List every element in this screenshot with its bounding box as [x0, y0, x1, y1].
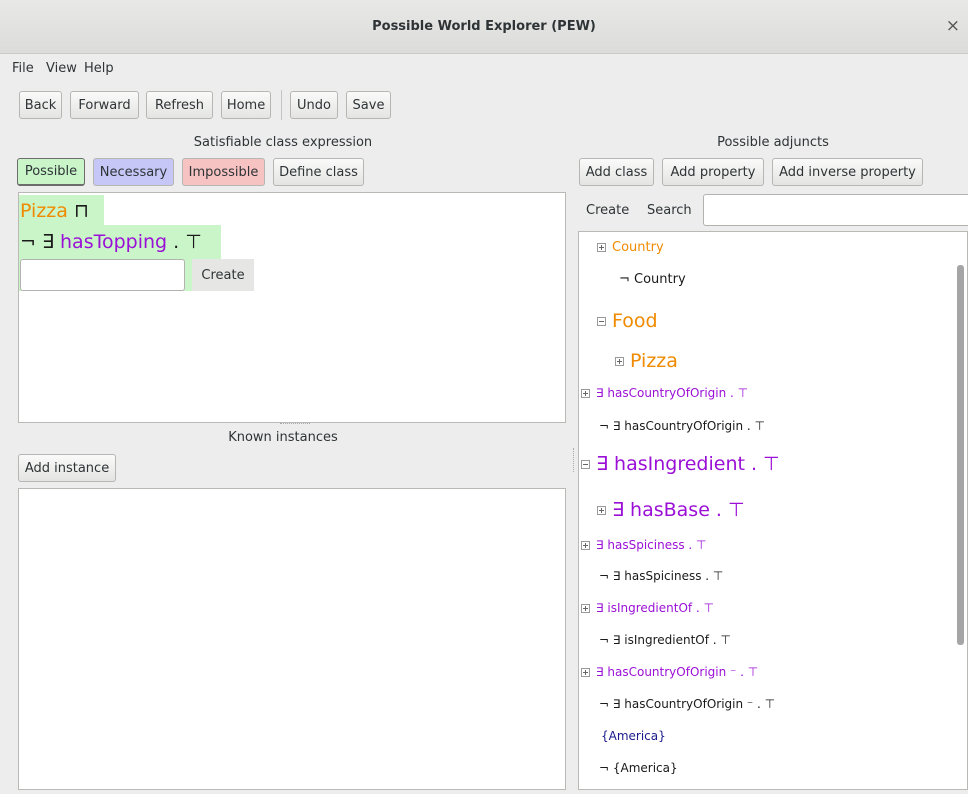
window-title: Possible World Explorer (PEW) — [372, 19, 596, 34]
title-bar: Possible World Explorer (PEW) × — [0, 0, 968, 54]
instances-list[interactable] — [18, 488, 566, 790]
expression-title: Satisfiable class expression — [193, 135, 373, 150]
tree-item[interactable]: Country — [597, 240, 664, 255]
impossible-button[interactable]: Impossible — [182, 158, 265, 186]
home-button[interactable]: Home — [221, 91, 271, 119]
expand-icon[interactable] — [597, 506, 606, 515]
tree-item[interactable]: ∃ hasSpiciness . ⊤ — [581, 538, 707, 552]
expand-icon[interactable] — [581, 668, 590, 677]
tree-item-label: ∃ hasCountryOfOrigin ⁻ . ⊤ — [596, 665, 759, 679]
tree-item[interactable]: Pizza — [615, 350, 678, 372]
tree-item-label: {America} — [601, 729, 666, 743]
tree-item-label: Food — [612, 310, 658, 332]
collapse-icon[interactable] — [581, 460, 590, 469]
tree-item[interactable]: ∃ isIngredientOf . ⊤ — [581, 601, 714, 615]
expand-icon[interactable] — [581, 604, 590, 613]
tree-item-label: ¬ ∃ isIngredientOf . ⊤ — [599, 633, 731, 647]
create-button[interactable]: Create — [192, 259, 254, 291]
tree-item[interactable]: Food — [597, 310, 658, 332]
tree-item-label: ∃ hasIngredient . ⊤ — [596, 453, 780, 475]
expand-icon[interactable] — [581, 541, 590, 550]
tree-item[interactable]: ¬ ∃ hasSpiciness . ⊤ — [599, 569, 723, 583]
tree-item[interactable]: ∃ hasBase . ⊤ — [597, 499, 745, 521]
tree-item-label: ∃ hasCountryOfOrigin . ⊤ — [596, 386, 749, 400]
expand-icon[interactable] — [615, 357, 624, 366]
collapse-icon[interactable] — [597, 317, 606, 326]
expression-line-2[interactable]: ¬ ∃ hasTopping . ⊤ — [20, 231, 202, 253]
back-button[interactable]: Back — [19, 91, 62, 119]
undo-button[interactable]: Undo — [290, 91, 338, 119]
intersection-operator: ⊓ — [73, 200, 89, 222]
tree-item-label: ¬ ∃ hasCountryOfOrigin . ⊤ — [599, 419, 765, 433]
define-class-button[interactable]: Define class — [273, 158, 364, 186]
tree-item[interactable]: ¬ {America} — [599, 761, 678, 775]
menu-file[interactable]: File — [12, 61, 34, 76]
menu-view[interactable]: View — [46, 61, 77, 76]
tree-item[interactable]: ∃ hasIngredient . ⊤ — [581, 453, 780, 475]
class-name[interactable]: Pizza — [20, 200, 68, 222]
tree-item-label: ∃ hasSpiciness . ⊤ — [596, 538, 707, 552]
tree-item-label: ¬ ∃ hasCountryOfOrigin ⁻ . ⊤ — [599, 697, 776, 711]
create-tab[interactable]: Create — [586, 203, 629, 218]
tree-item-label: Country — [612, 240, 664, 255]
adjuncts-title: Possible adjuncts — [717, 135, 829, 150]
negation-exists: ¬ ∃ — [20, 231, 54, 253]
expand-icon[interactable] — [597, 243, 606, 252]
toolbar-separator — [281, 90, 282, 120]
tree-item[interactable]: ¬ ∃ isIngredientOf . ⊤ — [599, 633, 731, 647]
scrollbar[interactable] — [955, 232, 967, 789]
split-handle[interactable] — [280, 423, 310, 425]
adjuncts-tree: Country ¬ Country Food Pizza ∃ hasCountryOfO… — [578, 231, 968, 790]
expand-icon[interactable] — [581, 389, 590, 398]
tree-item-label: ∃ isIngredientOf . ⊤ — [596, 601, 715, 615]
tree-item[interactable]: ∃ hasCountryOfOrigin ⁻ . ⊤ — [581, 665, 758, 679]
tree-item[interactable]: ∃ hasCountryOfOrigin . ⊤ — [581, 386, 748, 400]
property-name[interactable]: hasTopping — [60, 231, 167, 253]
close-icon[interactable]: × — [946, 16, 960, 36]
menu-help[interactable]: Help — [84, 61, 114, 76]
refresh-button[interactable]: Refresh — [146, 91, 213, 119]
add-instance-button[interactable]: Add instance — [18, 454, 116, 482]
expression-panel: Pizza ⊓ ¬ ∃ hasTopping . ⊤ Create — [18, 192, 566, 423]
forward-button[interactable]: Forward — [70, 91, 139, 119]
search-tab[interactable]: Search — [647, 203, 692, 218]
tree-item[interactable]: ¬ Country — [619, 272, 686, 287]
expression-line-1[interactable]: Pizza ⊓ — [20, 200, 89, 222]
save-button[interactable]: Save — [346, 91, 391, 119]
add-inverse-property-button[interactable]: Add inverse property — [772, 158, 923, 186]
possible-button[interactable]: Possible — [17, 158, 85, 186]
tree-item[interactable]: ¬ ∃ hasCountryOfOrigin . ⊤ — [599, 419, 765, 433]
tree-item[interactable]: {America} — [601, 729, 666, 743]
necessary-button[interactable]: Necessary — [93, 158, 174, 186]
vertical-split-handle[interactable] — [573, 448, 575, 472]
tree-item-label: ∃ hasBase . ⊤ — [612, 499, 745, 521]
add-class-button[interactable]: Add class — [579, 158, 654, 186]
search-input[interactable] — [703, 194, 968, 226]
scrollbar-thumb[interactable] — [957, 265, 964, 645]
tree-item-label: ¬ {America} — [599, 761, 678, 775]
expression-rest: . ⊤ — [173, 231, 202, 253]
tree-item-label: ¬ ∃ hasSpiciness . ⊤ — [599, 569, 724, 583]
tree-item[interactable]: ¬ ∃ hasCountryOfOrigin ⁻ . ⊤ — [599, 697, 775, 711]
add-property-button[interactable]: Add property — [662, 158, 764, 186]
tree-item-label: ¬ Country — [619, 272, 686, 287]
menu-bar: File View Help — [0, 56, 968, 82]
tree-item-label: Pizza — [630, 350, 678, 372]
create-input[interactable] — [20, 259, 185, 291]
instances-title: Known instances — [228, 430, 338, 445]
